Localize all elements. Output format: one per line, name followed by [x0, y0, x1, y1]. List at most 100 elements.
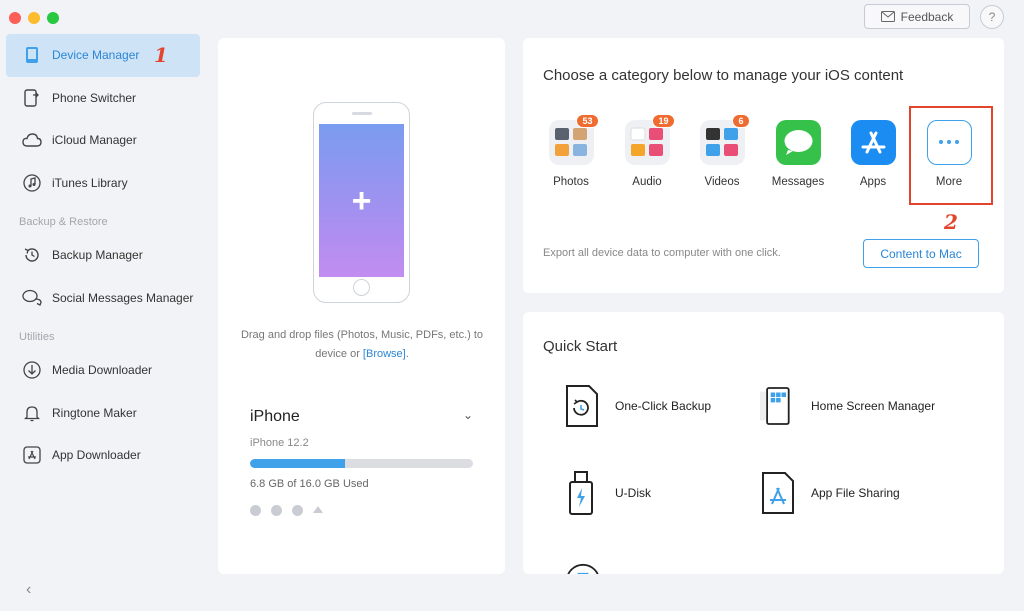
zoom-window-button[interactable]	[47, 12, 59, 24]
storage-bar-fill	[250, 459, 345, 468]
sidebar-item-label: Phone Switcher	[52, 90, 137, 105]
more-highlight-box	[909, 106, 993, 205]
collapse-sidebar-button[interactable]: ‹	[26, 581, 31, 599]
phone-speaker	[352, 112, 372, 115]
videos-badge: 6	[732, 114, 750, 128]
sidebar-item-label: Media Downloader	[52, 363, 153, 378]
sidebar-item-phone-switcher[interactable]: Phone Switcher	[6, 77, 200, 120]
quick-start-panel: Quick Start One-Click Backup Home Screen…	[523, 312, 1004, 574]
sidebar-item-label: iCloud Manager	[52, 133, 137, 148]
section-utilities: Utilities	[19, 331, 55, 343]
minimize-window-button[interactable]	[28, 12, 40, 24]
history-icon	[22, 245, 42, 265]
sidebar-item-label: Social Messages Manager	[52, 290, 194, 305]
drop-text-end: .	[405, 348, 409, 360]
device-panel: + Drag and drop files (Photos, Music, PD…	[218, 38, 505, 574]
sidebar-item-device-manager[interactable]: Device Manager 1	[6, 34, 200, 77]
content-to-mac-button[interactable]: Content to Mac	[863, 239, 979, 268]
photos-icon: 53	[548, 114, 599, 165]
device-model: iPhone 12.2	[250, 437, 309, 449]
app-store-icon	[22, 445, 42, 465]
sidebar-item-label: iTunes Library	[52, 175, 128, 190]
sidebar-item-icloud-manager[interactable]: iCloud Manager	[6, 119, 200, 162]
category-label: Videos	[704, 176, 740, 188]
category-label: Messages	[771, 176, 825, 188]
category-apps[interactable]: Apps	[838, 120, 908, 188]
quick-start-title: Quick Start	[543, 338, 618, 355]
circle-icon	[565, 558, 601, 574]
category-audio[interactable]: 19 Audio	[612, 114, 682, 188]
sidebar-item-itunes-library[interactable]: iTunes Library	[6, 162, 200, 205]
backup-file-icon	[563, 383, 599, 429]
plus-icon: +	[351, 181, 372, 220]
sidebar-item-ringtone-maker[interactable]: Ringtone Maker	[6, 392, 200, 435]
feedback-button[interactable]: Feedback	[864, 4, 970, 29]
device-actions	[250, 505, 323, 516]
quick-label: U-Disk	[615, 486, 651, 500]
quick-u-disk[interactable]: U-Disk	[563, 470, 651, 516]
bell-icon	[22, 403, 42, 423]
phone-home-button	[353, 279, 370, 296]
eject-icon[interactable]	[313, 506, 323, 513]
mail-icon	[880, 11, 895, 22]
category-label: Apps	[859, 176, 887, 188]
usb-drive-icon	[563, 470, 599, 516]
quick-label: One-Click Backup	[615, 399, 712, 413]
close-window-button[interactable]	[9, 12, 21, 24]
section-backup-restore: Backup & Restore	[19, 216, 108, 228]
storage-text: 6.8 GB of 16.0 GB Used	[250, 478, 369, 490]
category-label: Photos	[553, 176, 589, 188]
sidebar-item-media-downloader[interactable]: Media Downloader	[6, 349, 200, 392]
phone-icon	[22, 45, 42, 65]
quick-app-file-sharing[interactable]: App File Sharing	[759, 470, 900, 516]
sidebar-item-label: App Downloader	[52, 448, 141, 463]
sidebar-item-backup-manager[interactable]: Backup Manager	[6, 234, 200, 277]
quick-label: Home Screen Manager	[811, 399, 936, 413]
audio-icon: 19	[624, 114, 675, 165]
videos-icon: 6	[699, 114, 750, 165]
info-icon[interactable]	[292, 505, 303, 516]
sidebar-item-app-downloader[interactable]: App Downloader	[6, 434, 200, 477]
browse-link[interactable]: [Browse]	[363, 348, 406, 360]
category-label: Audio	[632, 176, 662, 188]
sidebar: Device Manager 1 Phone Switcher iCloud M…	[6, 34, 200, 477]
device-name: iPhone	[250, 408, 300, 425]
category-messages[interactable]: Messages	[763, 120, 833, 188]
step-number-1: 1	[154, 43, 168, 68]
window-controls	[9, 12, 59, 24]
category-title: Choose a category below to manage your i…	[543, 67, 904, 84]
quick-home-screen-manager[interactable]: Home Screen Manager	[759, 383, 935, 429]
audio-badge: 19	[652, 114, 675, 128]
step-number-2: 2	[944, 210, 958, 234]
apps-icon	[850, 120, 896, 165]
photos-badge: 53	[576, 114, 599, 128]
chat-bubbles-icon	[22, 288, 42, 308]
phone-screen: +	[319, 124, 404, 277]
category-photos[interactable]: 53 Photos	[536, 114, 606, 188]
chevron-down-icon[interactable]: ⌄	[463, 408, 473, 422]
sidebar-item-label: Ringtone Maker	[52, 405, 137, 420]
sidebar-item-social-messages-manager[interactable]: Social Messages Manager	[6, 277, 200, 320]
top-right-actions: Feedback ?	[864, 4, 1004, 29]
download-icon	[22, 360, 42, 380]
storage-bar	[250, 459, 473, 468]
category-videos[interactable]: 6 Videos	[687, 114, 757, 188]
export-description: Export all device data to computer with …	[543, 247, 781, 259]
quick-item-partial[interactable]	[565, 558, 601, 574]
sidebar-item-label: Backup Manager	[52, 248, 143, 263]
category-panel: Choose a category below to manage your i…	[523, 38, 1004, 293]
settings-icon[interactable]	[250, 505, 261, 516]
quick-label: App File Sharing	[811, 486, 900, 500]
phone-drop-zone[interactable]: +	[313, 102, 410, 303]
home-screen-icon	[759, 383, 795, 429]
messages-icon	[775, 120, 821, 165]
quick-one-click-backup[interactable]: One-Click Backup	[563, 383, 711, 429]
feedback-label: Feedback	[900, 9, 954, 24]
app-file-icon	[759, 470, 795, 516]
help-button[interactable]: ?	[980, 4, 1004, 29]
drop-instructions: Drag and drop files (Photos, Music, PDFs…	[238, 326, 486, 364]
refresh-icon[interactable]	[271, 505, 282, 516]
music-note-icon	[22, 173, 42, 193]
phone-switch-icon	[22, 88, 42, 108]
cloud-icon	[22, 130, 42, 150]
